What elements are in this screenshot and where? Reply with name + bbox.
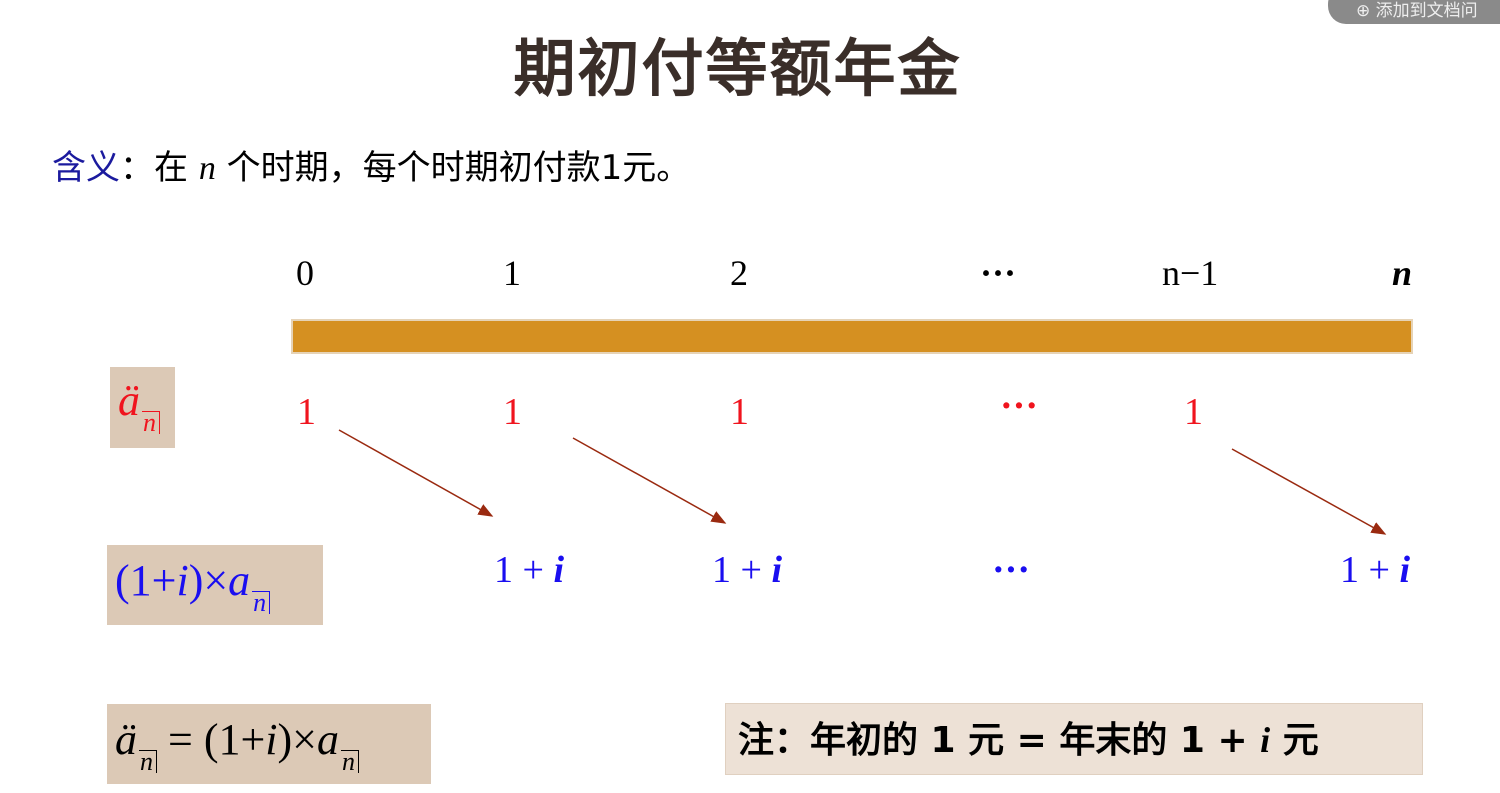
- e-i: i: [265, 715, 278, 764]
- accumulated-formula: (1+i)×a n: [107, 545, 323, 625]
- f-i: i: [176, 556, 189, 605]
- value-ellipsis: ···: [992, 549, 1031, 591]
- value-2: 1 + i: [712, 549, 782, 591]
- arrow-2: [572, 437, 727, 524]
- f-prefix: (1+: [115, 556, 177, 605]
- e-close: )×: [277, 715, 317, 764]
- note-var: i: [1260, 720, 1271, 760]
- sub-n2: n: [340, 749, 359, 775]
- value-n: 1 + i: [1340, 549, 1410, 591]
- e-mid: = (1+: [157, 715, 266, 764]
- note-suffix: 元: [1270, 720, 1319, 761]
- value-1: 1 + i: [494, 549, 564, 591]
- f-times: )×: [188, 556, 229, 605]
- note-box: 注：年初的 1 元 = 年末的 1 + i 元: [725, 703, 1423, 775]
- arrow-1: [338, 429, 494, 517]
- f-a: a: [228, 556, 251, 605]
- arrows: [338, 429, 1387, 535]
- sub-n: n: [139, 749, 157, 775]
- arrow-3: [1231, 448, 1387, 535]
- equation: än = (1+i)×a n: [107, 704, 431, 784]
- sub-n: n: [252, 590, 271, 616]
- e-a: a: [316, 715, 339, 764]
- note-prefix: 注：年初的 1 元 = 年末的 1 +: [738, 720, 1261, 761]
- e-lhs: ä: [115, 715, 137, 764]
